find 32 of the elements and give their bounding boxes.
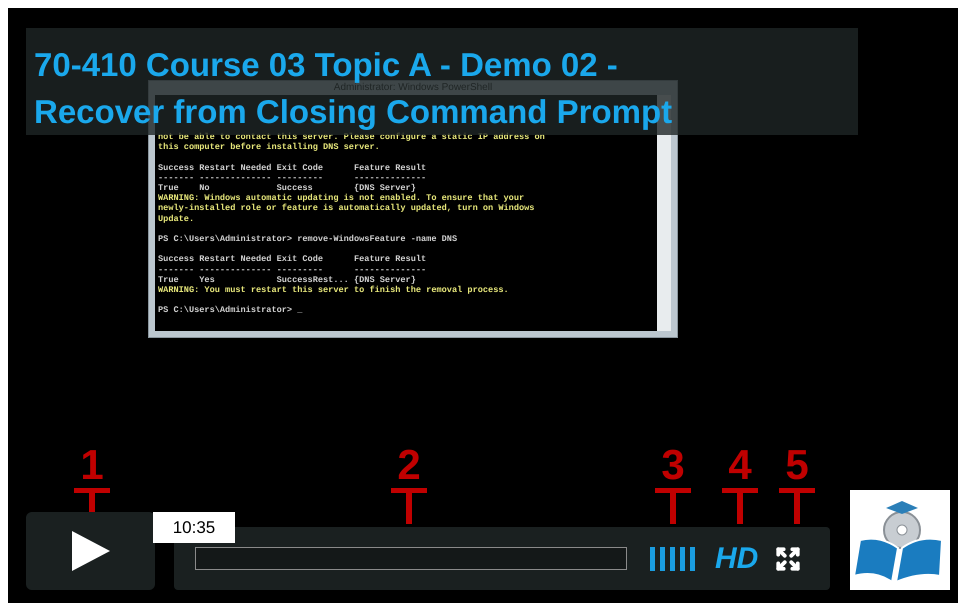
pointer-marker-icon [722, 486, 758, 524]
annotation-number: 3 [661, 444, 685, 486]
console-line: this computer before installing DNS server. [158, 142, 381, 152]
volume-icon[interactable] [650, 546, 697, 570]
hd-button[interactable]: HD [715, 544, 758, 574]
annotation-number: 1 [80, 444, 104, 486]
annotation-number: 5 [785, 444, 809, 486]
video-title: 70-410 Course 03 Topic A - Demo 02 - [34, 46, 618, 83]
play-button[interactable] [26, 512, 155, 590]
console-line: ------- -------------- --------- -------------- [158, 264, 428, 275]
seek-bar[interactable] [195, 547, 627, 570]
console-line: PS C:\Users\Administrator> remove-WindowsFeature -name DNS [158, 234, 458, 244]
console-line: Update. [158, 214, 196, 224]
annotation-number: 2 [397, 444, 421, 486]
console-line: WARNING: Windows automatic updating is not enabled. To ensure that your [158, 193, 526, 204]
console-line: newly-installed role or feature is automatically updated, turn on Windows [158, 203, 536, 214]
console-line: ------- -------------- --------- -------------- [158, 172, 428, 183]
fullscreen-icon[interactable] [775, 546, 802, 572]
annotation-number: 4 [728, 444, 752, 486]
time-tooltip: 10:35 [153, 512, 235, 543]
pointer-marker-icon [655, 486, 691, 524]
video-title: Recover from Closing Command Prompt [34, 93, 672, 131]
console-line: True Yes SuccessRest... {DNS Server} [158, 274, 417, 285]
console-line: Success Restart Needed Exit Code Feature Result [158, 254, 428, 265]
console-line: not be able to contact this server. Please configure a static IP address on [158, 132, 546, 142]
console-line: WARNING: You must restart this server to finish the removal process. [158, 285, 510, 296]
play-icon [72, 531, 110, 571]
pointer-marker-icon [779, 486, 815, 524]
console-line: PS C:\Users\Administrator> _ [158, 305, 304, 316]
console-line: Success Restart Needed Exit Code Feature Result [158, 162, 428, 173]
console-line: True No Success {DNS Server} [158, 183, 417, 194]
pointer-marker-icon [391, 486, 427, 524]
